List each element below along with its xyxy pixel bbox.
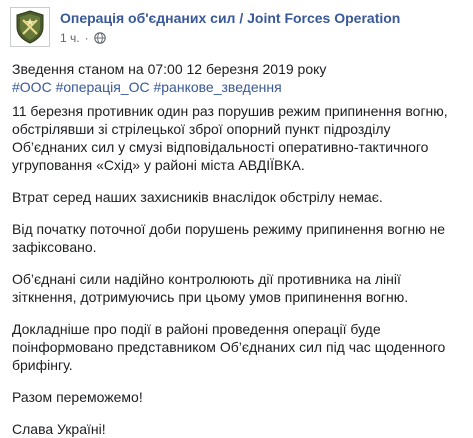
post-time-link[interactable]: 1 ч. — [60, 30, 80, 46]
text-line: Докладніше про події в районі проведення… — [12, 321, 381, 337]
hashtag-oos-link[interactable]: #ООС — [12, 79, 52, 95]
text-line: угруповання «Схід» у районі міста АВДІЇВ… — [12, 157, 305, 173]
paragraph-current-day: Від початку поточної доби порушень режим… — [12, 220, 467, 256]
text-line: поінформовано представником Об’єднаних с… — [12, 339, 446, 355]
text-line: зіткнення, дотримуючись при цьому умов п… — [12, 289, 409, 305]
summary-heading: Зведення станом на 07:00 12 березня 2019… — [12, 61, 327, 77]
paragraph-glory: Слава Україні! — [12, 420, 467, 438]
text-line: Разом переможемо! — [12, 389, 143, 405]
hashtag-morning-summary-link[interactable]: #ранкове_зведення — [153, 79, 281, 95]
page-name-link[interactable]: Операція об'єднаних сил / Joint Forces O… — [60, 9, 400, 27]
facebook-post: Операція об'єднаних сил / Joint Forces O… — [0, 0, 473, 437]
text-line: Від початку поточної доби порушень режим… — [12, 221, 446, 237]
paragraph-losses: Втрат серед наших захисників внаслідок о… — [12, 188, 467, 206]
globe-icon[interactable] — [93, 32, 106, 44]
text-line: 11 березня противник один раз порушив ре… — [12, 103, 448, 119]
meta-separator: · — [84, 31, 89, 45]
header-text: Операція об'єднаних сил / Joint Forces O… — [60, 7, 400, 46]
text-line: Об’єднані сили надійно контролюють дії п… — [12, 271, 401, 287]
post-header: Операція об'єднаних сил / Joint Forces O… — [10, 7, 400, 47]
paragraph-ceasefire-violation: 11 березня противник один раз порушив ре… — [12, 102, 467, 174]
paragraph-briefing: Докладніше про події в районі проведення… — [12, 320, 467, 374]
post-meta: 1 ч. · — [60, 30, 400, 46]
hashtag-operation-link[interactable]: #операція_ОС — [56, 79, 150, 95]
text-line: Втрат серед наших захисників внаслідок о… — [12, 189, 383, 205]
text-line: обстрілявши зі стрілецької зброї опорний… — [12, 121, 391, 137]
text-line: Слава Україні! — [12, 421, 106, 437]
text-line: брифінгу. — [12, 357, 73, 373]
post-body: Зведення станом на 07:00 12 березня 2019… — [12, 60, 467, 438]
page-avatar[interactable] — [10, 7, 50, 47]
paragraph-control: Об’єднані сили надійно контролюють дії п… — [12, 270, 467, 306]
paragraph-together: Разом переможемо! — [12, 388, 467, 406]
text-line: Об’єднаних сил у смузі відповідальності … — [12, 139, 429, 155]
text-line: зафіксовано. — [12, 239, 97, 255]
joint-forces-emblem-icon — [16, 10, 44, 44]
hashtags: #ООС #операція_ОС #ранкове_зведення — [12, 78, 467, 96]
